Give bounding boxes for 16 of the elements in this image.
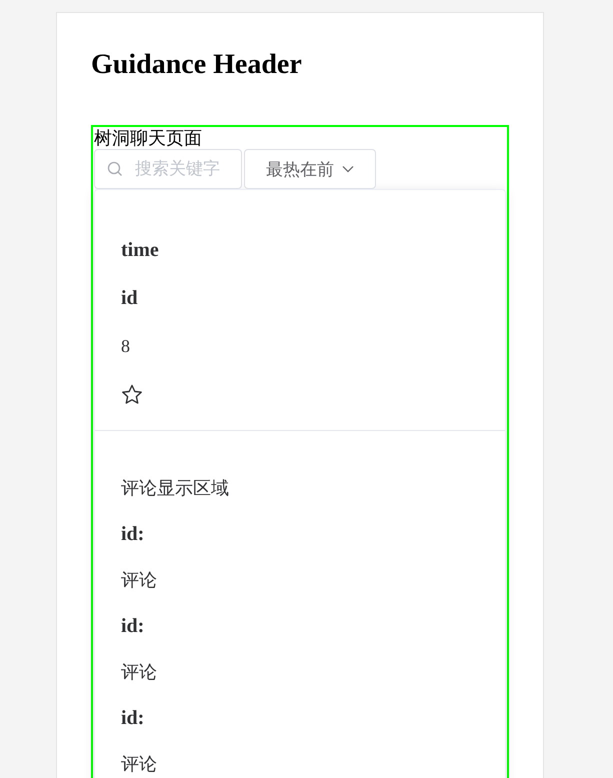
comment-text: 评论 bbox=[121, 569, 157, 592]
star-icon[interactable] bbox=[121, 384, 143, 404]
post-id: id bbox=[121, 286, 138, 310]
caret-icon bbox=[342, 165, 354, 173]
comments-heading: 评论显示区域 bbox=[121, 477, 229, 500]
comment-text: 评论 bbox=[121, 661, 157, 684]
post-time: time bbox=[121, 238, 159, 262]
search-field[interactable]: 搜索关键字 bbox=[94, 149, 242, 189]
sort-dropdown[interactable]: 最热在前 bbox=[244, 149, 376, 189]
page-title: 树洞聊天页面 bbox=[93, 127, 203, 149]
like-count: 8 bbox=[121, 334, 130, 358]
comment-text: 评论 bbox=[121, 753, 157, 776]
comment-author-id: id: bbox=[121, 522, 144, 546]
page-header: Guidance Header bbox=[91, 48, 303, 82]
comment-author-id: id: bbox=[121, 614, 144, 638]
comment-author-id: id: bbox=[121, 706, 144, 730]
